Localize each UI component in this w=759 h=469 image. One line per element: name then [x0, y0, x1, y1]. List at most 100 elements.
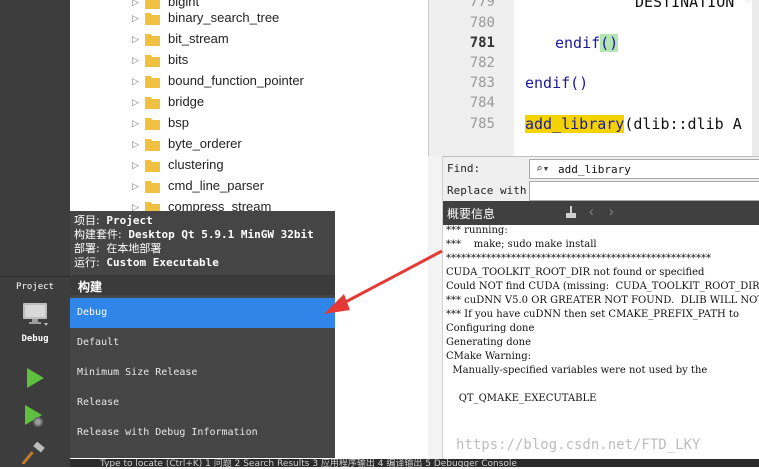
tree-item[interactable]: ▷ cmd_line_parser	[70, 176, 428, 197]
kit-key: 构建套件:	[74, 228, 122, 241]
deploy-key: 部署:	[74, 242, 100, 255]
annotation-arrow	[324, 249, 443, 314]
run-value: Custom Executable	[106, 256, 219, 269]
build-option-debug[interactable]: Debug	[70, 298, 335, 328]
build-section-header: 构建	[70, 275, 335, 295]
expand-arrow-icon[interactable]: ▷	[132, 34, 139, 45]
line-number: 782	[469, 55, 495, 71]
tree-item[interactable]: ▷ byte_orderer	[70, 134, 428, 155]
build-hammer-icon[interactable]	[21, 441, 48, 469]
watermark: https://blog.csdn.net/FTD_LKY	[456, 437, 701, 453]
output-line: Manually-specified variables were not us…	[446, 365, 708, 376]
deploy-value: 在本地部署	[106, 242, 162, 255]
line-number: 779	[469, 0, 495, 10]
project-key: 项目:	[74, 214, 100, 227]
find-label: Find:	[447, 162, 481, 175]
expand-arrow-icon[interactable]: ▷	[132, 0, 139, 8]
tree-item[interactable]: ▷ binary_search_tree	[70, 8, 428, 29]
search-icon: ⌕▾	[536, 162, 550, 175]
project-value: Project	[106, 214, 153, 227]
tree-item-label: bridge	[168, 94, 205, 109]
matched-parens: ()	[600, 34, 619, 52]
folder-icon	[145, 181, 160, 193]
expand-arrow-icon[interactable]: ▷	[132, 139, 139, 150]
endif-keyword: endif	[555, 34, 601, 52]
tree-item[interactable]: ▷ bound_function_pointer	[70, 71, 428, 92]
expand-arrow-icon[interactable]: ▷	[132, 55, 139, 66]
tree-item[interactable]: ▷ bits	[70, 50, 428, 71]
build-option-default[interactable]: Default	[70, 328, 335, 358]
output-line: *** make; sudo make install	[446, 239, 597, 250]
code-line: add_library(dlib::dlib A	[525, 115, 742, 133]
kit-value: Desktop Qt 5.9.1 MinGW 32bit	[128, 228, 314, 241]
tree-item[interactable]: ▷ clustering	[70, 155, 428, 176]
build-config-popup: 项目: Project 构建套件: Desktop Qt 5.9.1 MinGW…	[70, 211, 335, 458]
output-pane: *** running: *** make; sudo make install…	[443, 225, 759, 459]
tree-item-label: bit_stream	[168, 31, 229, 46]
folder-icon	[145, 13, 160, 25]
kit-info: 项目: Project 构建套件: Desktop Qt 5.9.1 MinGW…	[74, 214, 314, 270]
output-line: *** If you have cuDNN then set CMAKE_PRE…	[446, 309, 739, 320]
find-replace-bar: Find: ⌕▾ add_library Replace with:	[443, 156, 759, 201]
code-line: DESTINATION "	[635, 0, 753, 11]
build-option-relwithdebinfo[interactable]: Release with Debug Information	[70, 418, 335, 448]
code-editor[interactable]: 779 780 781 782 783 784 785 DESTINATION …	[428, 0, 759, 156]
tree-item[interactable]: ▷ bridge	[70, 92, 428, 113]
folder-icon	[145, 34, 160, 46]
run-icon[interactable]	[24, 367, 46, 394]
tree-item-label: bound_function_pointer	[168, 73, 304, 88]
next-icon[interactable]: ›	[609, 203, 614, 219]
expand-arrow-icon[interactable]: ▷	[132, 13, 139, 24]
folder-icon	[145, 160, 160, 172]
replace-label: Replace with:	[447, 184, 534, 197]
clear-output-icon[interactable]	[563, 204, 579, 225]
expand-arrow-icon[interactable]: ▷	[132, 118, 139, 129]
tree-item-label: byte_orderer	[168, 136, 242, 151]
line-number-gutter: 779 780 781 782 783 784 785	[429, 0, 514, 156]
line-number: 784	[469, 95, 495, 111]
folder-icon	[145, 139, 160, 151]
expand-arrow-icon[interactable]: ▷	[132, 181, 139, 192]
build-option-release[interactable]: Release	[70, 388, 335, 418]
build-option-minsizerel[interactable]: Minimum Size Release	[70, 358, 335, 388]
line-number: 780	[469, 15, 495, 31]
editor-scrollbar[interactable]	[752, 0, 759, 156]
folder-icon	[145, 118, 160, 130]
status-bar: Type to locate (Ctrl+K) 1 问题 2 Search Re…	[70, 459, 759, 467]
line-number: 781	[469, 35, 495, 51]
tree-item-label: bits	[168, 52, 189, 67]
output-line: CUDA_TOOLKIT_ROOT_DIR not found or speci…	[446, 267, 705, 278]
tree-item[interactable]: ▷ bit_stream	[70, 29, 428, 50]
expand-arrow-icon[interactable]: ▷	[132, 160, 139, 171]
replace-input[interactable]	[529, 181, 759, 201]
monitor-icon[interactable]	[22, 301, 48, 332]
tree-item-label: binary_search_tree	[168, 10, 280, 25]
code-rest: (dlib::dlib A	[624, 115, 742, 133]
tree-item-label: bsp	[168, 115, 189, 130]
sidebar-separator	[0, 276, 70, 277]
code-line: endif()	[555, 34, 619, 52]
build-target-label: Debug	[21, 334, 49, 344]
find-input[interactable]: ⌕▾ add_library	[529, 159, 759, 179]
run-debug-icon[interactable]	[22, 404, 48, 435]
output-line: Generating done	[446, 337, 532, 348]
expand-arrow-icon[interactable]: ▷	[132, 97, 139, 108]
line-number: 783	[469, 75, 495, 91]
output-pane-header: 概要信息 ‹ ›	[443, 201, 759, 225]
output-line: QT_QMAKE_EXECUTABLE	[446, 393, 597, 404]
project-label: Project	[16, 282, 54, 292]
output-line: Could NOT find CUDA (missing: CUDA_TOOLK…	[446, 281, 759, 292]
output-line: ****************************************…	[446, 253, 711, 264]
folder-icon	[145, 55, 160, 67]
mode-sidebar: Project Debug	[0, 0, 70, 467]
run-key: 运行:	[74, 256, 100, 269]
output-line: CMake Warning:	[446, 351, 532, 362]
output-line: *** cuDNN V5.0 OR GREATER NOT FOUND. DLI…	[446, 295, 759, 306]
expand-arrow-icon[interactable]: ▷	[132, 76, 139, 87]
tree-item-label: clustering	[168, 157, 224, 172]
previous-icon[interactable]: ‹	[589, 203, 594, 219]
output-line: *** running:	[446, 225, 508, 236]
tree-item[interactable]: ▷ bsp	[70, 113, 428, 134]
output-line: Configuring done	[446, 323, 535, 334]
folder-icon	[145, 97, 160, 109]
